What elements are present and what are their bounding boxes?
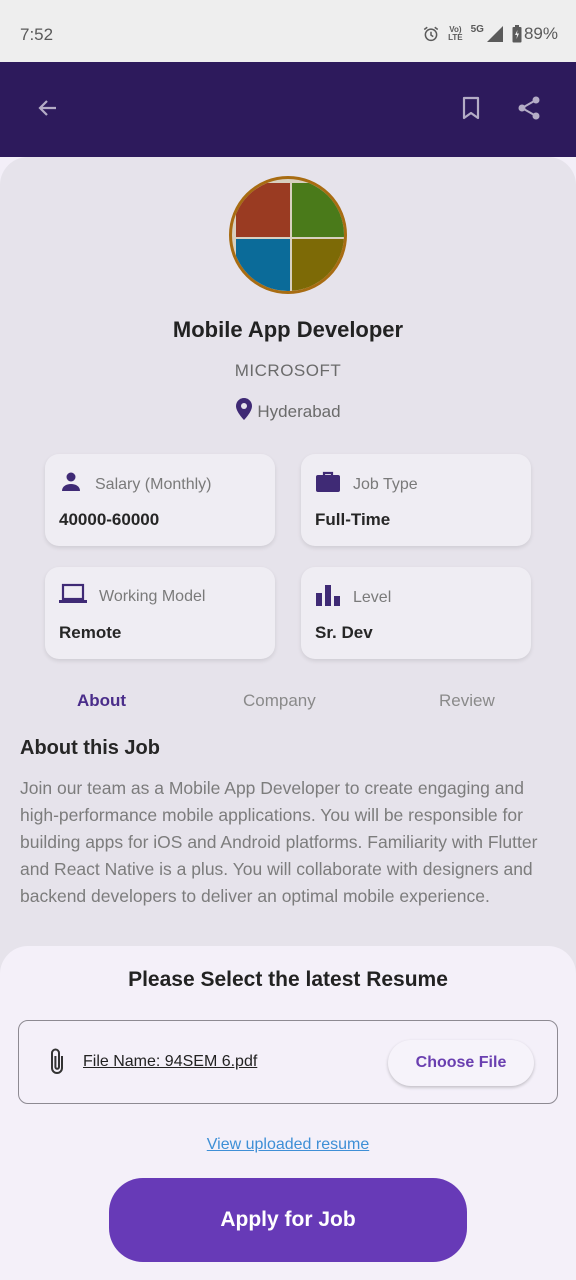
tab-company[interactable]: Company [243, 691, 316, 711]
share-button[interactable] [511, 92, 547, 128]
location-text: Hyderabad [257, 401, 341, 421]
apply-for-job-button[interactable]: Apply for Job [109, 1178, 467, 1262]
info-label: Level [353, 588, 392, 606]
job-location: Hyderabad [0, 397, 576, 426]
view-uploaded-resume-link[interactable]: View uploaded resume [0, 1136, 576, 1154]
back-button[interactable] [30, 92, 66, 128]
signal-icon [486, 25, 504, 43]
app-bar [0, 62, 576, 157]
briefcase-icon [315, 470, 341, 499]
about-heading: About this Job [20, 737, 160, 759]
info-card-working-model: Working Model Remote [45, 567, 275, 659]
about-text: Join our team as a Mobile App Developer … [20, 778, 538, 906]
info-label: Salary (Monthly) [95, 475, 212, 493]
battery-percent: 89% [523, 24, 558, 43]
resume-file-name[interactable]: File Name: 94SEM 6.pdf [83, 1053, 257, 1071]
volte-badge: Vo) LTE [448, 25, 463, 42]
tab-about[interactable]: About [77, 691, 126, 711]
person-icon [59, 470, 83, 499]
company-name: MICROSOFT [234, 361, 342, 380]
info-card-level: Level Sr. Dev [301, 567, 531, 659]
info-value: Sr. Dev [315, 623, 373, 642]
status-icons: Vo) LTE 5G 89% [422, 24, 558, 44]
location-pin-icon [235, 397, 253, 426]
info-value: Full-Time [315, 510, 391, 529]
choose-file-button[interactable]: Choose File [388, 1040, 534, 1086]
info-label: Working Model [99, 587, 206, 605]
network-label: 5G [470, 24, 484, 35]
sheet-title: Please Select the latest Resume [128, 968, 448, 991]
info-card-salary: Salary (Monthly) 40000-60000 [45, 454, 275, 546]
bookmark-icon [460, 96, 482, 125]
share-icon [516, 95, 542, 126]
info-label: Job Type [353, 475, 418, 493]
resume-bottom-sheet: Please Select the latest Resume File Nam… [0, 946, 576, 1280]
status-time: 7:52 [20, 25, 54, 44]
status-bar: 7:52 Vo) LTE 5G 89% [0, 0, 576, 62]
info-card-job-type: Job Type Full-Time [301, 454, 531, 546]
info-value: Remote [59, 623, 122, 642]
job-title: Mobile App Developer [172, 317, 404, 342]
tab-review[interactable]: Review [439, 691, 495, 711]
arrow-left-icon [36, 96, 60, 125]
microsoft-logo [229, 176, 347, 294]
alarm-icon [422, 25, 440, 43]
laptop-icon [59, 583, 87, 610]
info-value: 40000-60000 [59, 510, 160, 529]
paperclip-icon [47, 1047, 67, 1082]
battery-icon [512, 25, 522, 43]
bookmark-button[interactable] [453, 92, 489, 128]
resume-file-box: File Name: 94SEM 6.pdf Choose File [18, 1020, 558, 1104]
bar-chart-icon [315, 583, 341, 612]
